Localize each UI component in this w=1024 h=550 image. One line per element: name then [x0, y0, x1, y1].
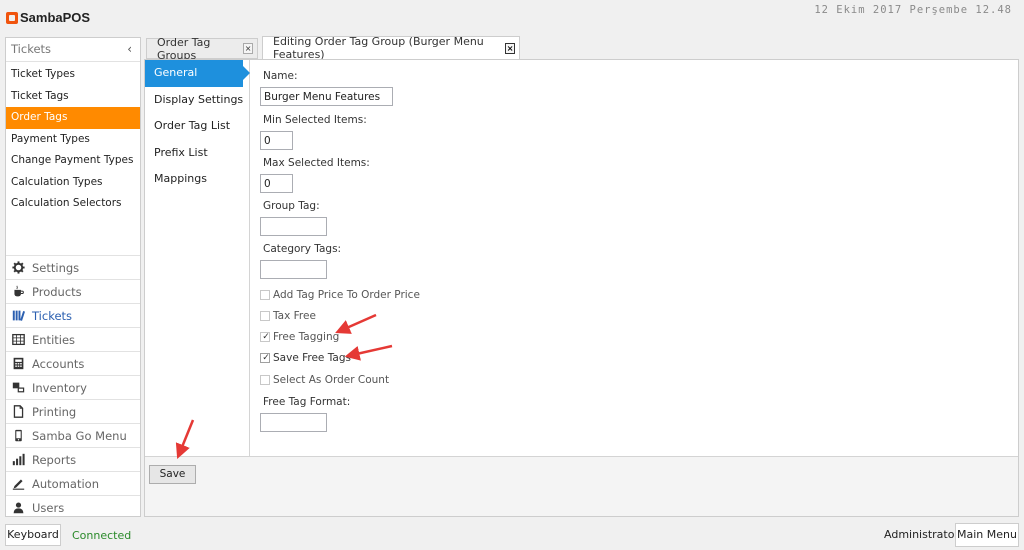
editor-menu: General Settings Display Settings Order …: [145, 60, 250, 456]
editor-bottom-bar: Save: [145, 456, 1018, 516]
menu-display-settings[interactable]: Display Settings: [145, 87, 249, 114]
tab-label: Order Tag Groups: [157, 35, 211, 62]
nav-printing[interactable]: Printing: [6, 399, 140, 423]
name-field[interactable]: [260, 87, 393, 106]
checkbox-label: Save Free Tags: [273, 352, 351, 364]
status-bar: Keyboard Connected Administrator Main Me…: [0, 520, 1024, 550]
checkbox-box: [260, 375, 270, 385]
tab-order-tag-groups[interactable]: Order Tag Groups ×: [146, 35, 258, 62]
nav-label: Printing: [32, 404, 77, 419]
min-selected-items-label: Min Selected Items:: [263, 114, 367, 126]
date-time-display: 12 Ekim 2017 Perşembe 12.48: [814, 4, 1012, 16]
nav-automation[interactable]: Automation: [6, 471, 140, 495]
group-tag-field[interactable]: [260, 217, 327, 236]
checkbox-box-checked: [260, 332, 271, 342]
nav-products[interactable]: Products: [6, 279, 140, 303]
checkbox-label: Free Tagging: [273, 331, 340, 343]
editor-panel: General Settings Display Settings Order …: [144, 59, 1019, 517]
content-area: Order Tag Groups × Editing Order Tag Gro…: [144, 35, 1019, 517]
pen-icon: [11, 477, 26, 491]
collapse-chevron-icon[interactable]: ‹: [127, 38, 132, 61]
nav-label: Settings: [32, 260, 80, 275]
category-tags-field[interactable]: [260, 260, 327, 279]
sidebar: Tickets ‹ Ticket Types Ticket Tags Order…: [5, 37, 141, 517]
tab-editing-order-tag-group[interactable]: Editing Order Tag Group (Burger Menu Fea…: [262, 35, 520, 61]
tax-free-checkbox[interactable]: Tax Free: [260, 310, 316, 322]
checkbox-box-checked: [260, 353, 271, 363]
app-logo-text: SambaPOS: [20, 10, 91, 25]
sidebar-item-ticket-tags[interactable]: Ticket Tags: [6, 86, 140, 108]
checkbox-label: Add Tag Price To Order Price: [273, 289, 420, 301]
nav-label: Reports: [32, 452, 77, 467]
tickets-icon: [11, 309, 26, 323]
free-tag-format-field[interactable]: [260, 413, 327, 432]
nav-inventory[interactable]: Inventory: [6, 375, 140, 399]
group-tag-label: Group Tag:: [263, 200, 320, 212]
free-tagging-checkbox[interactable]: Free Tagging: [260, 331, 339, 343]
document-icon: [11, 405, 26, 419]
menu-general-settings[interactable]: General Settings: [145, 60, 250, 106]
connection-status: Connected: [72, 529, 132, 542]
nav-samba-go-menu[interactable]: Samba Go Menu: [6, 423, 140, 447]
nav-tickets[interactable]: Tickets: [6, 303, 140, 327]
close-icon[interactable]: ×: [505, 42, 515, 54]
bar-chart-icon: [11, 453, 26, 467]
sidebar-item-calculation-types[interactable]: Calculation Types: [6, 172, 140, 194]
gear-icon: [11, 261, 26, 275]
max-selected-items-field[interactable]: [260, 174, 293, 193]
nav-label: Tickets: [32, 308, 73, 323]
user-icon: [11, 501, 26, 515]
save-button[interactable]: Save: [149, 465, 196, 484]
checkbox-label: Tax Free: [273, 310, 316, 322]
sidebar-header: Tickets ‹: [6, 38, 140, 62]
sidebar-item-order-tags[interactable]: Order Tags: [6, 107, 140, 129]
sidebar-sub-list: Ticket Types Ticket Tags Order Tags Paym…: [6, 64, 140, 215]
checkbox-box: [260, 290, 270, 300]
select-as-order-count-checkbox[interactable]: Select As Order Count: [260, 374, 389, 386]
table-icon: [11, 333, 26, 347]
sidebar-header-title: Tickets: [11, 42, 52, 56]
category-tags-label: Category Tags:: [263, 243, 342, 255]
menu-mappings[interactable]: Mappings: [145, 166, 249, 193]
nav-label: Automation: [32, 476, 99, 491]
nav-reports[interactable]: Reports: [6, 447, 140, 471]
nav-label: Samba Go Menu: [32, 428, 127, 443]
name-label: Name:: [263, 70, 298, 82]
nav-users[interactable]: Users: [6, 495, 140, 519]
close-icon[interactable]: ×: [243, 43, 253, 54]
main-menu-button[interactable]: Main Menu: [955, 523, 1019, 547]
free-tag-format-label: Free Tag Format:: [263, 396, 351, 408]
sidebar-item-payment-types[interactable]: Payment Types: [6, 129, 140, 151]
nav-label: Inventory: [32, 380, 87, 395]
title-bar: SambaPOS 12 Ekim 2017 Perşembe 12.48: [0, 0, 1024, 36]
sidebar-item-calculation-selectors[interactable]: Calculation Selectors: [6, 193, 140, 215]
nav-settings[interactable]: Settings: [6, 255, 140, 279]
main-nav: Settings Products Tickets Entities Accou…: [6, 255, 140, 519]
nav-label: Accounts: [32, 356, 85, 371]
tab-label: Editing Order Tag Group (Burger Menu Fea…: [273, 35, 484, 61]
current-user: Administrator: [884, 528, 959, 541]
phone-icon: [11, 429, 26, 443]
sidebar-item-ticket-types[interactable]: Ticket Types: [6, 64, 140, 86]
inventory-icon: [11, 381, 26, 395]
nav-entities[interactable]: Entities: [6, 327, 140, 351]
checkbox-label: Select As Order Count: [273, 374, 390, 386]
app-logo: SambaPOS: [6, 10, 90, 25]
samba-logo-icon: [6, 11, 18, 24]
min-selected-items-field[interactable]: [260, 131, 293, 150]
nav-label: Users: [32, 500, 65, 515]
calculator-icon: [11, 357, 26, 371]
keyboard-button[interactable]: Keyboard: [5, 524, 61, 546]
save-free-tags-checkbox[interactable]: Save Free Tags: [260, 352, 351, 364]
nav-label: Products: [32, 284, 82, 299]
add-tag-price-checkbox[interactable]: Add Tag Price To Order Price: [260, 289, 420, 301]
nav-label: Entities: [32, 332, 76, 347]
checkbox-box: [260, 311, 270, 321]
max-selected-items-label: Max Selected Items:: [263, 157, 370, 169]
sidebar-item-change-payment-types[interactable]: Change Payment Types: [6, 150, 140, 172]
coffee-icon: [11, 285, 26, 299]
nav-accounts[interactable]: Accounts: [6, 351, 140, 375]
menu-prefix-list[interactable]: Prefix List: [145, 140, 249, 167]
menu-order-tag-list[interactable]: Order Tag List: [145, 113, 249, 140]
